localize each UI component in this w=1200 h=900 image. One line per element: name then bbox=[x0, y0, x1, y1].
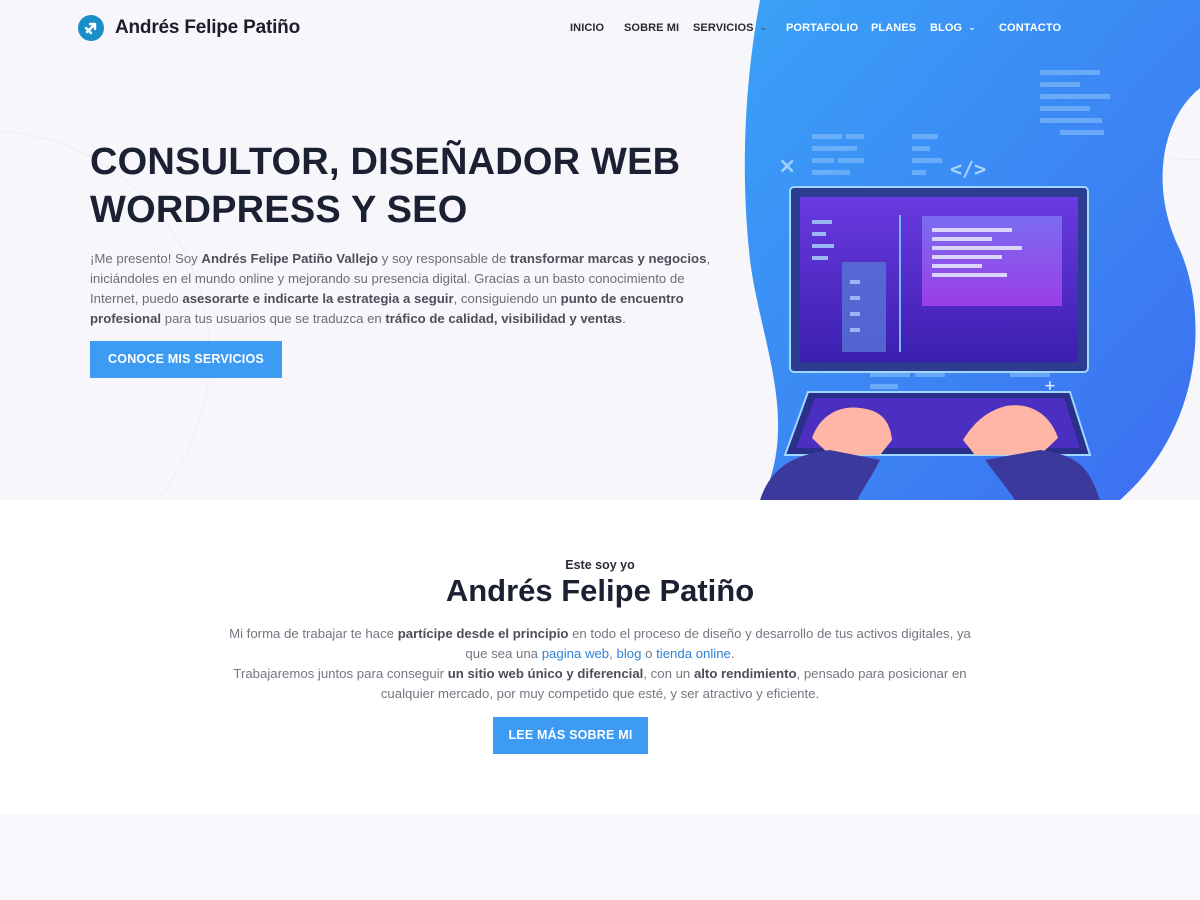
text-bold: tráfico de calidad, visibilidad y ventas bbox=[385, 311, 623, 326]
hero-description: ¡Me presento! Soy Andrés Felipe Patiño V… bbox=[90, 249, 720, 329]
link-pagina-web[interactable]: pagina web bbox=[542, 646, 609, 661]
nav-item-sobre-mi[interactable]: SOBRE MI bbox=[624, 22, 679, 34]
text-bold: partícipe desde el principio bbox=[397, 626, 569, 641]
text: . bbox=[622, 311, 626, 326]
nav-label: CONTACTO bbox=[999, 22, 1062, 34]
text: Trabajaremos juntos para conseguir bbox=[233, 666, 448, 681]
text: Mi forma de trabajar te hace bbox=[229, 626, 398, 641]
nav-item-inicio[interactable]: INICIO bbox=[570, 22, 604, 34]
nav-label: SOBRE MI bbox=[624, 22, 680, 34]
text: para tus usuarios que se traduzca en bbox=[161, 311, 386, 326]
text: , con un bbox=[643, 666, 694, 681]
nav-label: BLOG bbox=[930, 22, 963, 34]
text-bold: alto rendimiento bbox=[693, 666, 797, 681]
hero-title-line: WORDPRESS Y SEO bbox=[90, 189, 468, 231]
nav-label: PLANES bbox=[871, 22, 917, 34]
hero-title: CONSULTOR, DISEÑADOR WEB WORDPRESS Y SEO bbox=[90, 138, 730, 234]
about-cta-button[interactable]: LEE MÁS SOBRE MI bbox=[493, 717, 648, 754]
services-cta-button[interactable]: CONOCE MIS SERVICIOS bbox=[90, 341, 282, 378]
next-section bbox=[0, 815, 1200, 900]
nav-item-contacto[interactable]: CONTACTO bbox=[999, 22, 1061, 34]
text: . bbox=[730, 646, 735, 661]
text: ¡Me presento! Soy bbox=[90, 251, 202, 266]
text-bold: transformar marcas y negocios bbox=[510, 251, 707, 266]
menu: INICIO SOBRE MI SERVICIOS ⌄ PORTAFOLIO PL… bbox=[0, 22, 1200, 38]
hero-section: × </> + Andrés Felipe Patiño INICIO SOBR… bbox=[0, 0, 1200, 500]
svg-text:</>: </> bbox=[950, 157, 986, 181]
chevron-down-icon: ⌄ bbox=[968, 22, 976, 32]
link-blog[interactable]: blog bbox=[616, 646, 641, 661]
nav-item-blog[interactable]: BLOG ⌄ bbox=[930, 22, 976, 34]
hero-title-line: CONSULTOR, DISEÑADOR WEB bbox=[90, 141, 681, 183]
nav-item-servicios[interactable]: SERVICIOS ⌄ bbox=[693, 22, 767, 34]
text-bold: un sitio web único y diferencial bbox=[447, 666, 644, 681]
text-bold: asesorarte e indicarte la estrategia a s… bbox=[182, 291, 454, 306]
text-bold: Andrés Felipe Patiño Vallejo bbox=[201, 251, 379, 266]
about-kicker: Este soy yo bbox=[565, 558, 635, 572]
svg-text:×: × bbox=[778, 154, 796, 179]
nav-item-planes[interactable]: PLANES bbox=[871, 22, 916, 34]
text: , consiguiendo un bbox=[453, 291, 561, 306]
nav-label: SERVICIOS bbox=[693, 22, 754, 34]
text: o bbox=[641, 646, 657, 661]
nav-item-portafolio[interactable]: PORTAFOLIO bbox=[786, 22, 858, 34]
text: y soy responsable de bbox=[378, 251, 510, 266]
about-section: Este soy yo Andrés Felipe Patiño Mi form… bbox=[0, 500, 1200, 815]
chevron-down-icon: ⌄ bbox=[759, 22, 768, 32]
about-title: Andrés Felipe Patiño bbox=[445, 573, 755, 608]
nav-label: PORTAFOLIO bbox=[786, 22, 859, 34]
nav-label: INICIO bbox=[570, 22, 605, 34]
link-tienda-online[interactable]: tienda online bbox=[656, 646, 731, 661]
main-navigation: Andrés Felipe Patiño INICIO SOBRE MI SER… bbox=[0, 0, 1200, 58]
about-description: Mi forma de trabajar te hace partícipe d… bbox=[220, 624, 980, 704]
